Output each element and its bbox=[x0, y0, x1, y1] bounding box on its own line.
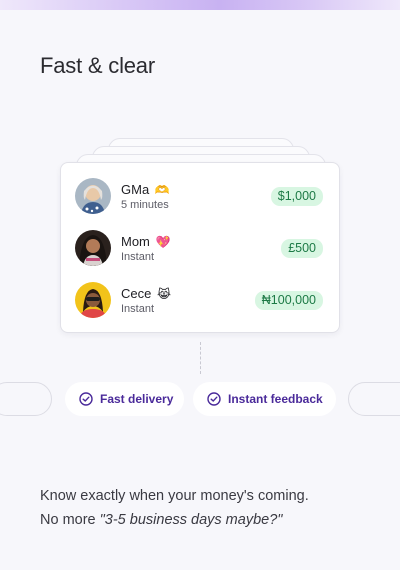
description-line-1: Know exactly when your money's coming. bbox=[40, 488, 309, 504]
amount-badge: £500 bbox=[281, 239, 323, 258]
check-circle-icon bbox=[207, 392, 221, 406]
transfers-card: GMa 🫶 5 minutes $1,000 Mom 💖 Instant £50… bbox=[60, 162, 340, 333]
description-line-2: No more "3-5 business days maybe?" bbox=[40, 512, 283, 528]
cat-joy-emoji-icon: 😹 bbox=[156, 287, 172, 301]
transfer-row: GMa 🫶 5 minutes $1,000 bbox=[75, 176, 325, 216]
avatar bbox=[75, 178, 111, 214]
description-text: Know exactly when your money's coming. N… bbox=[40, 484, 370, 532]
sparkling-heart-emoji-icon: 💖 bbox=[155, 235, 171, 249]
recipient-name: Mom 💖 bbox=[121, 234, 171, 249]
description-quote: "3-5 business days maybe?" bbox=[99, 512, 283, 528]
feature-label: Fast delivery bbox=[100, 392, 174, 406]
feature-pill-faded-right bbox=[348, 382, 400, 416]
avatar bbox=[75, 282, 111, 318]
feature-pill-instant-feedback: Instant feedback bbox=[193, 382, 336, 416]
feature-pill-faded-left bbox=[0, 382, 52, 416]
recipient-name: Cece 😹 bbox=[121, 286, 172, 301]
recipient-name: GMa 🫶 bbox=[121, 182, 170, 197]
amount-badge: $1,000 bbox=[270, 187, 323, 206]
feature-label: Instant feedback bbox=[228, 392, 323, 406]
transfer-row: Cece 😹 Instant ₦100,000 bbox=[75, 280, 325, 320]
delivery-time: Instant bbox=[121, 303, 155, 315]
delivery-time: Instant bbox=[121, 251, 155, 263]
avatar bbox=[75, 230, 111, 266]
top-gradient-band bbox=[0, 0, 400, 10]
hands-heart-emoji-icon: 🫶 bbox=[154, 183, 170, 197]
check-circle-icon bbox=[79, 392, 93, 406]
dashed-connector bbox=[200, 342, 201, 374]
transfer-row: Mom 💖 Instant £500 bbox=[75, 228, 325, 268]
delivery-time: 5 minutes bbox=[121, 199, 169, 211]
feature-pill-fast-delivery: Fast delivery bbox=[65, 382, 184, 416]
amount-badge: ₦100,000 bbox=[254, 291, 323, 310]
section-heading: Fast & clear bbox=[40, 53, 155, 78]
